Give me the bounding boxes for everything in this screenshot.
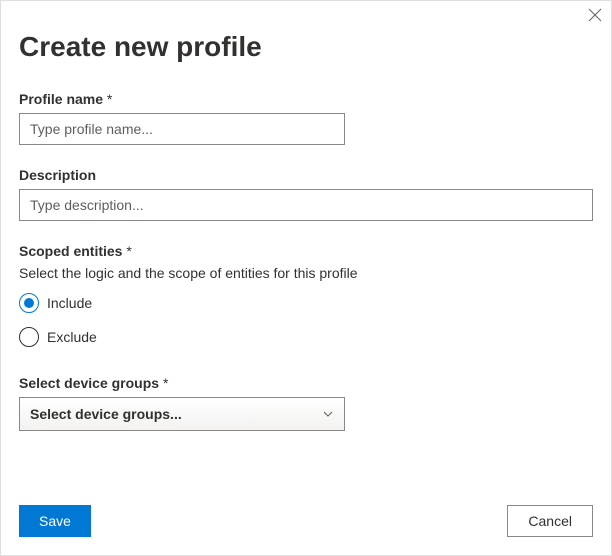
scoped-entities-field-group: Scoped entities Select the logic and the…	[19, 243, 593, 347]
scoped-entities-help: Select the logic and the scope of entiti…	[19, 265, 593, 281]
create-profile-dialog: Create new profile Profile name Descript…	[0, 0, 612, 556]
scoped-entities-label: Scoped entities	[19, 243, 593, 259]
radio-label-include: Include	[47, 295, 92, 311]
description-field-group: Description	[19, 167, 593, 221]
radio-label-exclude: Exclude	[47, 329, 97, 345]
dialog-title: Create new profile	[19, 31, 593, 63]
scoped-entities-radio-group: Include Exclude	[19, 293, 593, 347]
device-groups-dropdown[interactable]: Select device groups...	[19, 397, 345, 431]
description-label: Description	[19, 167, 593, 183]
profile-name-field-group: Profile name	[19, 91, 593, 145]
chevron-down-icon	[322, 408, 334, 420]
profile-name-input[interactable]	[19, 113, 345, 145]
radio-circle-icon	[19, 327, 39, 347]
dropdown-placeholder: Select device groups...	[30, 406, 182, 422]
radio-circle-icon	[19, 293, 39, 313]
radio-option-exclude[interactable]: Exclude	[19, 327, 593, 347]
profile-name-label: Profile name	[19, 91, 593, 107]
description-input[interactable]	[19, 189, 593, 221]
cancel-button[interactable]: Cancel	[507, 505, 593, 537]
device-groups-field-group: Select device groups Select device group…	[19, 375, 593, 431]
close-button[interactable]	[587, 7, 603, 23]
save-button[interactable]: Save	[19, 505, 91, 537]
close-icon	[588, 8, 602, 22]
radio-dot-icon	[24, 298, 34, 308]
device-groups-label: Select device groups	[19, 375, 593, 391]
radio-option-include[interactable]: Include	[19, 293, 593, 313]
dialog-footer: Save Cancel	[19, 505, 593, 537]
